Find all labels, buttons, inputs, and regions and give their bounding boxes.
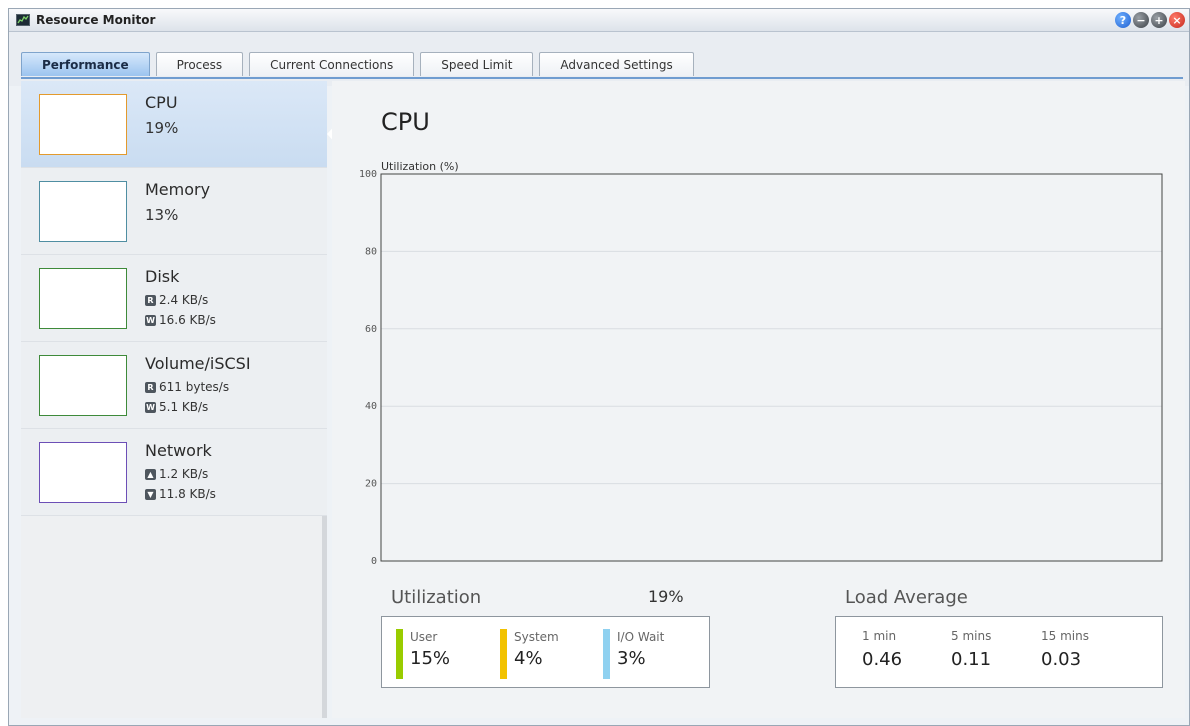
- utilization-system-value: 4%: [514, 648, 543, 669]
- window-controls: ? − + ×: [1115, 12, 1185, 28]
- resource-monitor-window: Resource Monitor ? − + × Performance Pro…: [8, 8, 1190, 726]
- sidebar-item-title: Disk: [145, 267, 180, 286]
- utilization-system-label: System: [514, 630, 559, 644]
- load-5min: 5 mins 0.11: [951, 629, 991, 670]
- disk-read-rate: R 2.4 KB/s: [145, 293, 208, 307]
- write-badge-icon: W: [145, 401, 156, 413]
- utilization-total: 19%: [648, 587, 684, 606]
- write-rate-value: 5.1 KB/s: [159, 400, 209, 414]
- main-panel: CPU Utilization (%) 0 20 40 60 80 100 Utiliza…: [332, 81, 1185, 718]
- help-icon[interactable]: ?: [1115, 12, 1131, 28]
- load-1min: 1 min 0.46: [862, 629, 902, 670]
- network-upload-rate: ▲ 1.2 KB/s: [145, 467, 208, 481]
- disk-write-rate: W 16.6 KB/s: [145, 313, 216, 327]
- utilization-user-value: 15%: [410, 648, 451, 669]
- volume-read-rate: R 611 bytes/s: [145, 380, 229, 394]
- maximize-icon[interactable]: +: [1151, 12, 1167, 28]
- sidebar-item-title: CPU: [145, 93, 178, 112]
- chart-y-tick-label: 80: [365, 246, 377, 257]
- load-15min: 15 mins 0.03: [1041, 629, 1089, 670]
- window-title: Resource Monitor: [36, 13, 156, 27]
- user-color-bar: [396, 629, 403, 679]
- tab-bar: Performance Process Current Connections …: [9, 32, 1189, 86]
- title-bar[interactable]: Resource Monitor ? − + ×: [9, 9, 1189, 32]
- load-5min-label: 5 mins: [951, 629, 992, 643]
- load-15min-value: 0.03: [1041, 649, 1082, 670]
- download-arrow-icon: ▼: [145, 488, 156, 500]
- tab-speed-limit[interactable]: Speed Limit: [420, 52, 534, 76]
- write-rate-value: 16.6 KB/s: [159, 313, 216, 327]
- cpu-thumbnail-graph: [39, 94, 127, 155]
- network-download-rate: ▼ 11.8 KB/s: [145, 487, 216, 501]
- load-15min-label: 15 mins: [1041, 629, 1089, 643]
- utilization-heading: Utilization: [391, 587, 482, 608]
- sidebar-item-memory[interactable]: Memory 13%: [21, 168, 327, 255]
- load-average-box: 1 min 0.46 5 mins 0.11 15 mins 0.03: [835, 616, 1163, 688]
- chart-y-tick-label: 100: [359, 169, 377, 180]
- system-color-bar: [500, 629, 507, 679]
- sidebar-item-title: Network: [145, 441, 212, 460]
- volume-write-rate: W 5.1 KB/s: [145, 400, 208, 414]
- read-badge-icon: R: [145, 381, 156, 393]
- load-1min-label: 1 min: [862, 629, 897, 643]
- sidebar-item-disk[interactable]: Disk R 2.4 KB/s W 16.6 KB/s: [21, 255, 327, 342]
- volume-thumbnail-graph: [39, 355, 127, 416]
- sidebar-item-value: 13%: [145, 206, 179, 224]
- sidebar-item-network[interactable]: Network ▲ 1.2 KB/s ▼ 11.8 KB/s: [21, 429, 327, 516]
- read-rate-value: 611 bytes/s: [159, 380, 230, 394]
- sidebar-item-title: Volume/iSCSI: [145, 354, 251, 373]
- sidebar-item-volume-iscsi[interactable]: Volume/iSCSI R 611 bytes/s W 5.1 KB/s: [21, 342, 327, 429]
- sidebar-item-cpu[interactable]: CPU 19%: [21, 81, 339, 168]
- tab-performance[interactable]: Performance: [21, 52, 150, 76]
- chart-y-tick-label: 20: [365, 479, 377, 490]
- write-badge-icon: W: [145, 314, 156, 326]
- read-rate-value: 2.4 KB/s: [159, 293, 209, 307]
- tab-underline: [21, 77, 1183, 79]
- upload-rate-value: 1.2 KB/s: [159, 467, 209, 481]
- download-rate-value: 11.8 KB/s: [159, 487, 216, 501]
- resource-monitor-app-icon: [16, 14, 30, 26]
- load-1min-value: 0.46: [862, 649, 903, 670]
- chart-y-tick-label: 0: [371, 556, 377, 567]
- load-average-heading: Load Average: [845, 587, 968, 608]
- minimize-icon[interactable]: −: [1133, 12, 1149, 28]
- io-wait-color-bar: [603, 629, 610, 679]
- read-badge-icon: R: [145, 294, 156, 306]
- tab-advanced-settings[interactable]: Advanced Settings: [539, 52, 694, 76]
- tab-current-connections[interactable]: Current Connections: [249, 52, 415, 76]
- utilization-io-wait-label: I/O Wait: [617, 630, 665, 644]
- sidebar: CPU 19% Memory 13% Disk R 2.4 KB/s W 16.…: [21, 81, 339, 718]
- utilization-io-wait-value: 3%: [617, 648, 646, 669]
- network-thumbnail-graph: [39, 442, 127, 503]
- memory-thumbnail-graph: [39, 181, 127, 242]
- close-icon[interactable]: ×: [1169, 12, 1185, 28]
- chart-plot-area: [380, 173, 1163, 562]
- upload-arrow-icon: ▲: [145, 468, 156, 480]
- sidebar-item-title: Memory: [145, 180, 211, 199]
- disk-thumbnail-graph: [39, 268, 127, 329]
- load-5min-value: 0.11: [951, 649, 992, 670]
- chart-y-tick-label: 40: [365, 401, 377, 412]
- chart-y-tick-label: 60: [365, 324, 377, 335]
- utilization-user-label: User: [410, 630, 438, 644]
- sidebar-item-value: 19%: [145, 119, 179, 137]
- tab-process[interactable]: Process: [155, 52, 244, 76]
- cpu-utilization-chart: 0 20 40 60 80 100: [359, 169, 1163, 567]
- utilization-breakdown-box: User 15% System 4% I/O Wait 3%: [381, 616, 710, 688]
